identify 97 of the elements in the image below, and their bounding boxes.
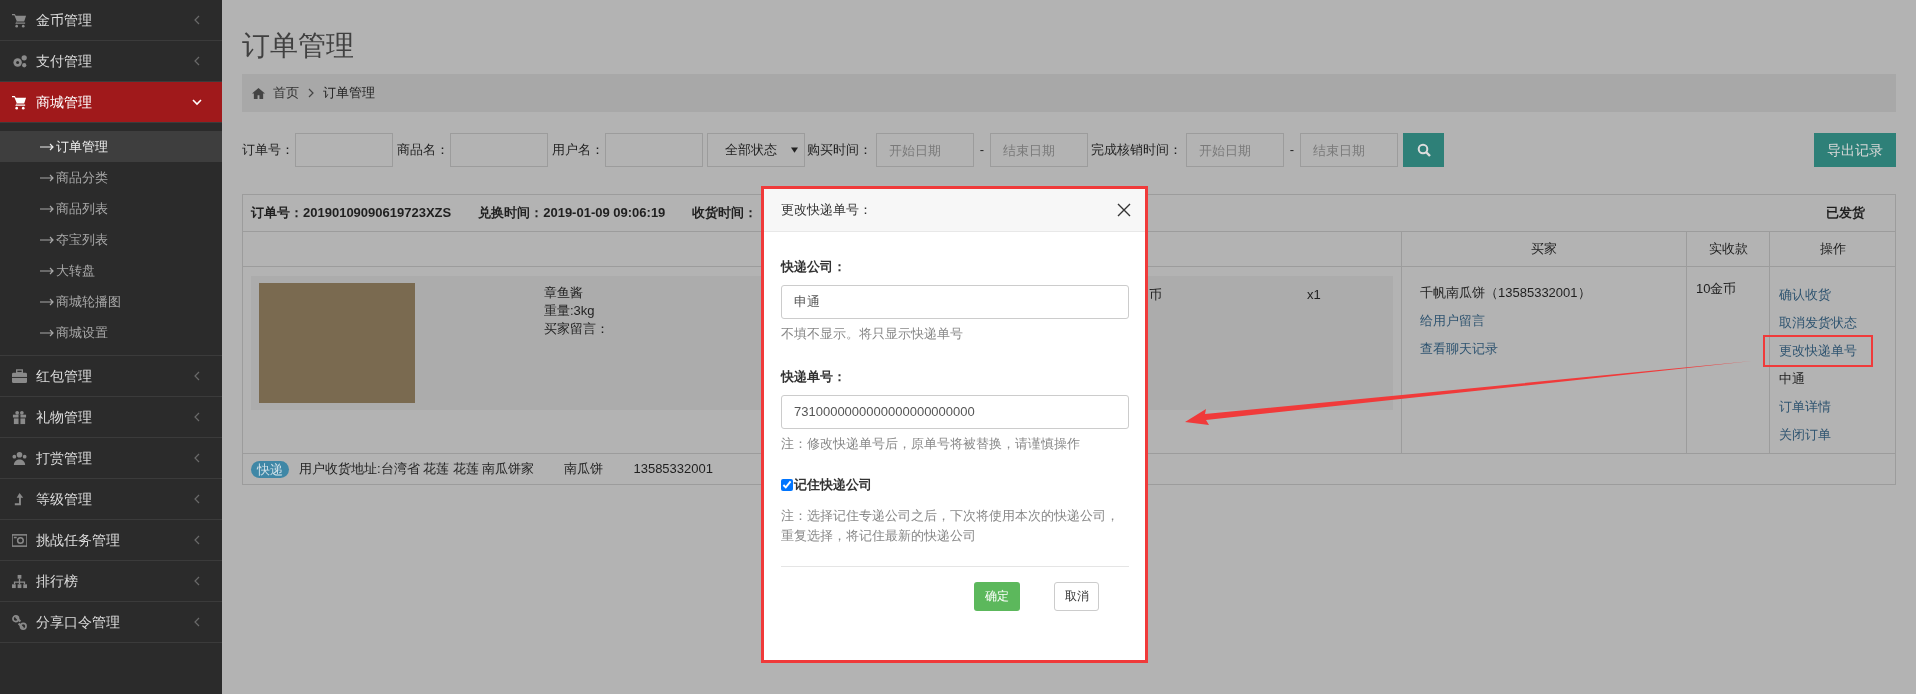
- sidebar-item[interactable]: 礼物管理: [0, 397, 222, 438]
- briefcase-icon: [12, 368, 27, 384]
- buyer-link[interactable]: 给用户留言: [1420, 307, 1485, 335]
- dropdown-arrow-icon: [791, 147, 798, 153]
- field-label: 快递公司：: [781, 258, 846, 276]
- filter-label: 完成核销时间：: [1091, 141, 1182, 160]
- action-link[interactable]: 订单详情: [1779, 393, 1831, 421]
- buyer-name: 千帆南瓜饼（13585332001）: [1420, 284, 1591, 302]
- exchange-time: 兑换时间：2019-01-09 09:06:19: [478, 204, 666, 223]
- chevron-right-icon: [307, 88, 315, 98]
- text-field[interactable]: 7310000000000000000000000: [781, 394, 1129, 429]
- chevron-down-icon: [192, 97, 202, 107]
- gears-icon: [12, 53, 27, 69]
- action-link[interactable]: 取消发货状态: [1779, 309, 1857, 337]
- recipient-phone: 13585332001: [633, 460, 713, 479]
- submenu-item[interactable]: 大转盘: [0, 255, 222, 286]
- column-header: 买家: [1531, 240, 1557, 259]
- search-icon: [1416, 143, 1431, 157]
- arrow-right-icon: [40, 234, 54, 245]
- buyer-link[interactable]: 查看聊天记录: [1420, 335, 1498, 363]
- text-field[interactable]: 申通: [781, 284, 1129, 319]
- sidebar-item[interactable]: 商城管理: [0, 82, 222, 123]
- close-icon: [1117, 203, 1131, 217]
- sidebar-item[interactable]: 打赏管理: [0, 438, 222, 479]
- help-text: 注：修改快递单号后，原单号将被替换，请谨慎操作: [781, 434, 1080, 453]
- column-header: 操作: [1819, 240, 1846, 259]
- field-label: 快递单号：: [781, 368, 846, 386]
- remember-checkbox[interactable]: [781, 478, 793, 491]
- shipping-company: 中通: [1779, 370, 1805, 388]
- action-link[interactable]: 关闭订单: [1779, 421, 1831, 449]
- submenu-item[interactable]: 商品列表: [0, 193, 222, 224]
- chevron-left-icon: [192, 535, 202, 545]
- sidebar-item[interactable]: 等级管理: [0, 479, 222, 520]
- chevron-left-icon: [192, 494, 202, 504]
- arrow-right-icon: [40, 327, 54, 338]
- checkbox-label: 记住快递公司: [794, 476, 872, 494]
- help-text: 不填不显示。将只显示快递单号: [781, 324, 963, 343]
- arrow-right-icon: [40, 265, 54, 276]
- filter-label: 购买时间：: [807, 141, 872, 160]
- submenu-item[interactable]: 夺宝列表: [0, 224, 222, 255]
- submenu-item[interactable]: 商城轮播图: [0, 286, 222, 317]
- page-title: 订单管理: [242, 29, 354, 63]
- sidebar-item[interactable]: 排行榜: [0, 561, 222, 602]
- arrow-right-icon: [40, 141, 54, 152]
- product-quantity: x1: [1307, 286, 1321, 304]
- order-status: 已发货: [1826, 204, 1865, 223]
- product-detail: 章鱼酱: [544, 284, 583, 302]
- breadcrumb-link[interactable]: 首页: [273, 83, 299, 103]
- range-separator: -: [978, 141, 986, 160]
- order-number: 订单号：20190109090619723XZS: [251, 204, 452, 223]
- cart-icon: [12, 12, 27, 28]
- link-icon: [12, 614, 27, 630]
- chevron-left-icon: [192, 412, 202, 422]
- close-button[interactable]: [1117, 203, 1131, 217]
- cancel-button[interactable]: 取消: [1054, 581, 1099, 611]
- arrow-right-icon: [40, 296, 54, 307]
- range-separator: -: [1288, 141, 1296, 160]
- chevron-left-icon: [192, 576, 202, 586]
- receive-time: 收货时间：: [692, 204, 758, 223]
- cart-icon: [12, 94, 27, 110]
- action-link[interactable]: 确认收货: [1779, 281, 1831, 309]
- breadcrumb-link[interactable]: 订单管理: [323, 83, 375, 103]
- dialog-title: 更改快递单号：: [781, 201, 873, 220]
- camera-icon: [12, 532, 27, 548]
- submenu-item[interactable]: 订单管理: [0, 131, 222, 162]
- chevron-left-icon: [192, 453, 202, 463]
- gift-icon: [12, 409, 27, 425]
- shipping-address: 用户收货地址:台湾省 花莲 花莲 南瓜饼家: [299, 460, 535, 479]
- recipient-name: 南瓜饼: [564, 460, 604, 479]
- arrow-right-icon: [40, 203, 54, 214]
- search-button[interactable]: [1403, 133, 1444, 167]
- filter-label: 商品名：: [397, 141, 449, 160]
- product-price: 币: [1149, 286, 1162, 304]
- amount-paid: 10金币: [1696, 281, 1737, 296]
- column-header: 实收款: [1708, 240, 1748, 259]
- arrow-right-icon: [40, 172, 54, 183]
- home-icon: [252, 86, 265, 100]
- sidebar-item[interactable]: 红包管理: [0, 356, 222, 397]
- filter-label: 订单号：: [242, 141, 294, 160]
- status-select[interactable]: 全部状态: [707, 133, 805, 167]
- users-icon: [12, 450, 27, 466]
- chevron-left-icon: [192, 617, 202, 627]
- delivery-tag: 快递: [251, 460, 289, 478]
- submenu-item[interactable]: 商城设置: [0, 317, 222, 348]
- sidebar-item[interactable]: 挑战任务管理: [0, 520, 222, 561]
- filter-label: 用户名：: [552, 141, 604, 160]
- action-link[interactable]: 更改快递单号: [1779, 337, 1857, 365]
- submenu-item[interactable]: 商品分类: [0, 162, 222, 193]
- product-detail: 买家留言：: [544, 320, 609, 338]
- chevron-left-icon: [192, 15, 202, 25]
- chevron-left-icon: [192, 371, 202, 381]
- product-detail: 重量:3kg: [544, 302, 595, 320]
- chevron-left-icon: [192, 56, 202, 66]
- sidebar-item[interactable]: 金币管理: [0, 0, 222, 41]
- sidebar-item[interactable]: 分享口令管理: [0, 602, 222, 643]
- help-text: 注：选择记住专递公司之后，下次将使用本次的快递公司，重复选择，将记住最新的快递公司: [781, 506, 1120, 545]
- sitemap-icon: [12, 573, 27, 589]
